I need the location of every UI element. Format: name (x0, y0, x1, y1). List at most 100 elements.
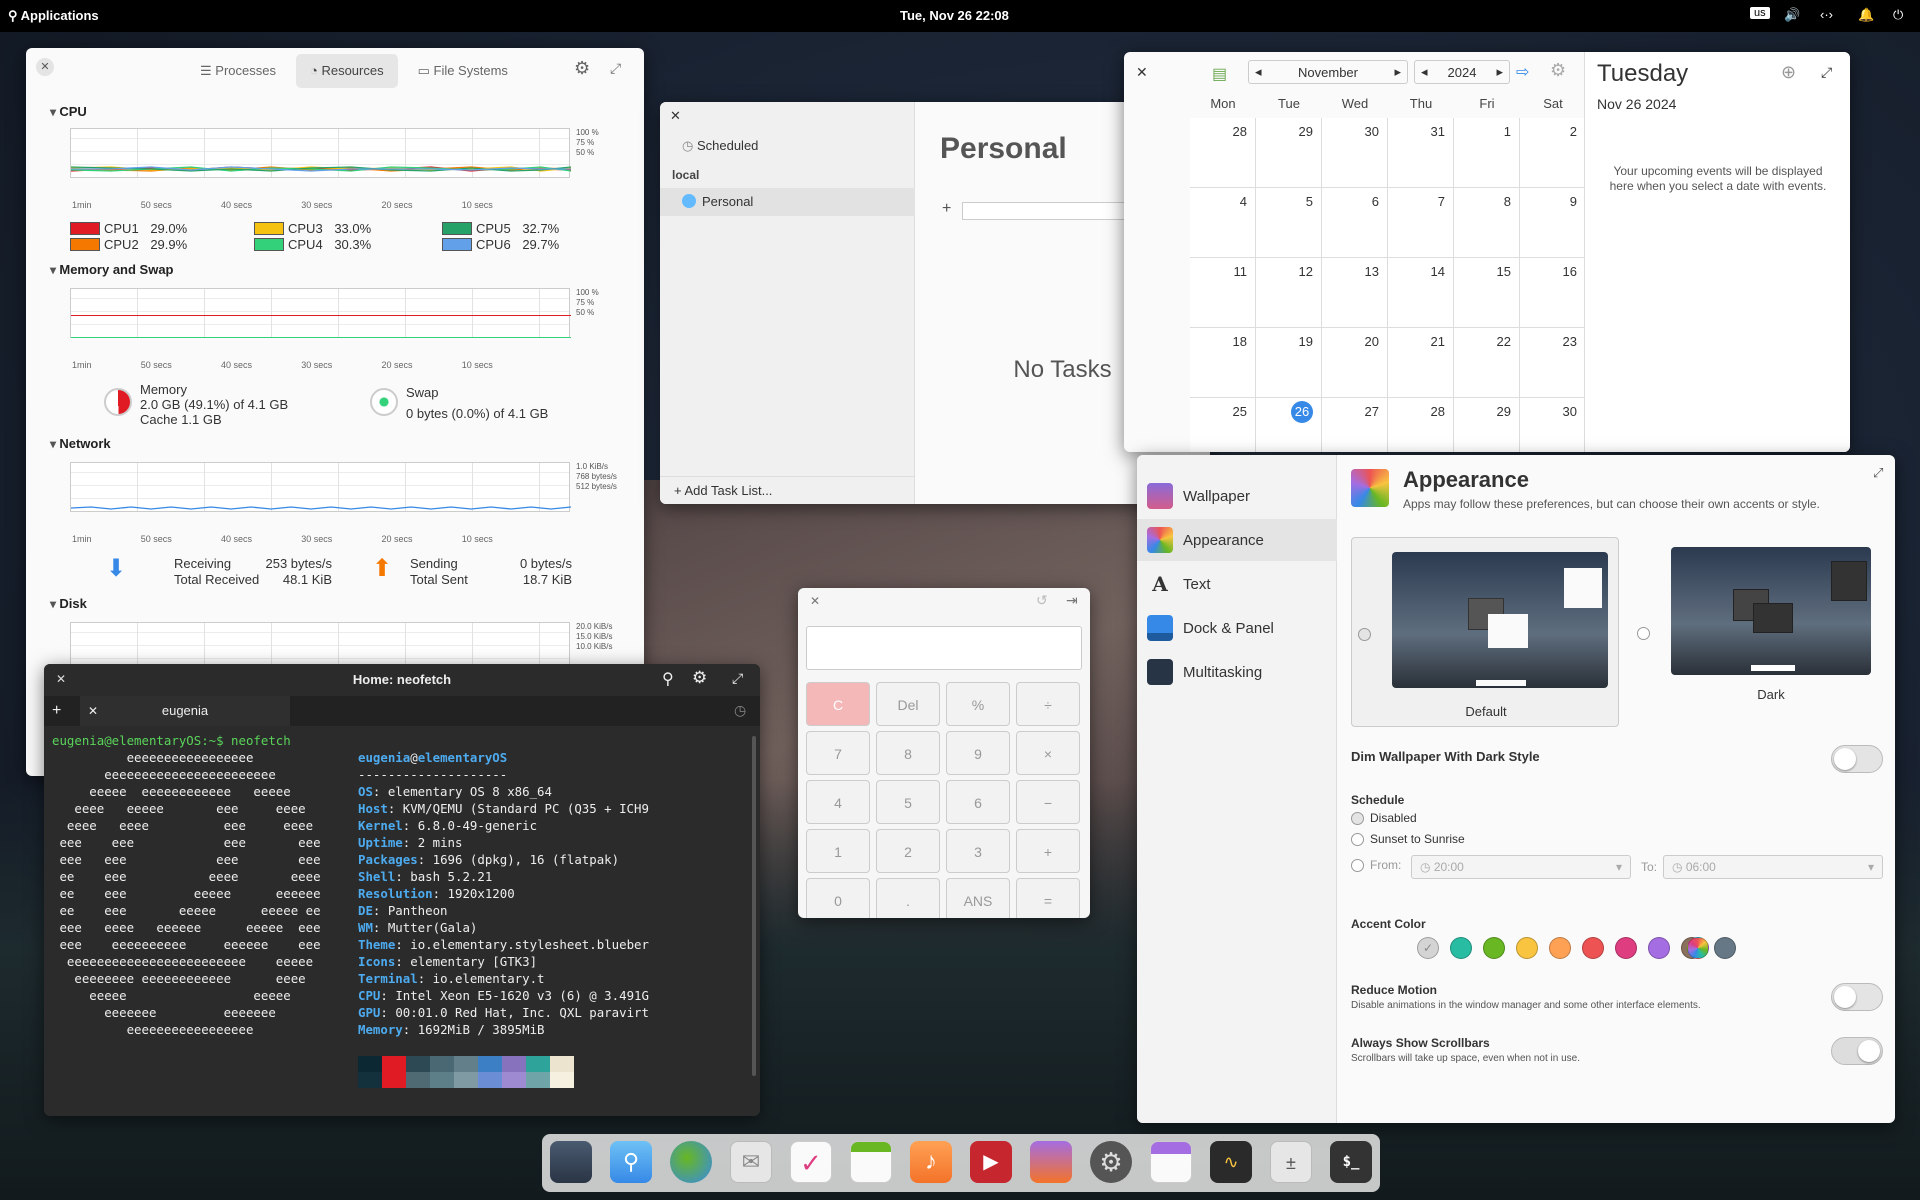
calendar-day[interactable]: 29 (1454, 398, 1520, 452)
calendar-day[interactable]: 13 (1322, 258, 1388, 328)
sidebar-item-multitasking[interactable]: Multitasking (1137, 651, 1337, 693)
appcenter-icon[interactable] (1150, 1141, 1192, 1183)
calendar-day[interactable]: 21 (1388, 328, 1454, 398)
calendar-day[interactable]: 23 (1520, 328, 1586, 398)
gear-icon[interactable]: ⚙ (574, 58, 590, 79)
calendar-day[interactable]: 8 (1454, 188, 1520, 258)
calc-button[interactable]: 6 (946, 780, 1010, 824)
mail-icon[interactable]: ✉ (730, 1141, 772, 1183)
music-icon[interactable]: ♪ (910, 1141, 952, 1183)
calc-button[interactable]: 1 (806, 829, 870, 873)
network-section-title[interactable]: Network (50, 436, 110, 451)
calendar-day[interactable]: 11 (1190, 258, 1256, 328)
calendar-day[interactable]: 20 (1322, 328, 1388, 398)
volume-icon[interactable]: 🔊 (1784, 7, 1800, 23)
schedule-sunset-option[interactable]: Sunset to Sunrise (1351, 832, 1465, 847)
calculator-display[interactable] (806, 626, 1082, 670)
disk-section-title[interactable]: Disk (50, 596, 86, 611)
power-icon[interactable]: ⏻ (1893, 7, 1903, 23)
calendar-day[interactable]: 12 (1256, 258, 1322, 328)
calc-button[interactable]: × (1016, 731, 1080, 775)
tab-resources[interactable]: ◔ Resources (295, 54, 398, 88)
calc-button[interactable]: 3 (946, 829, 1010, 873)
add-event-icon[interactable]: ▤ (1212, 64, 1227, 84)
calc-button[interactable]: C (806, 682, 870, 726)
style-option-default[interactable]: Default (1351, 537, 1619, 727)
calendar-day[interactable]: 16 (1520, 258, 1586, 328)
datetime-indicator[interactable]: Tue, Nov 26 22:08 (900, 8, 1009, 23)
calc-button[interactable]: . (876, 878, 940, 918)
tasks-icon[interactable]: ✓ (790, 1141, 832, 1183)
add-event-plus-icon[interactable]: ⊕ (1781, 62, 1796, 83)
sidebar-item-personal[interactable]: Personal (660, 188, 915, 216)
cpu-section-title[interactable]: CPU (50, 104, 86, 119)
memory-section-title[interactable]: Memory and Swap (50, 262, 173, 277)
calc-button[interactable]: − (1016, 780, 1080, 824)
accent-multicolor-swatch[interactable] (1687, 937, 1709, 959)
sidebar-item-scheduled[interactable]: ◷ Scheduled (682, 138, 758, 154)
from-time-select[interactable]: ◷ 20:00 ▾ (1411, 855, 1631, 879)
maximize-icon[interactable]: ⤢ (610, 60, 621, 77)
accent-color-swatch[interactable]: ✓ (1417, 937, 1439, 959)
sidebar-item-text[interactable]: A Text (1137, 563, 1337, 605)
next-year-button[interactable]: ▸ (1496, 64, 1503, 80)
close-icon[interactable]: ✕ (36, 58, 54, 76)
calendar-day[interactable]: 19 (1256, 328, 1322, 398)
maximize-icon[interactable]: ⤢ (732, 670, 743, 687)
sidebar-item-wallpaper[interactable]: Wallpaper (1137, 475, 1337, 517)
accent-color-swatch[interactable] (1450, 937, 1472, 959)
gear-icon[interactable]: ⚙ (1550, 60, 1566, 81)
calendar-day[interactable]: 4 (1190, 188, 1256, 258)
keyboard-indicator[interactable]: us (1750, 7, 1770, 19)
calendar-day[interactable]: 18 (1190, 328, 1256, 398)
next-month-button[interactable]: ▸ (1394, 64, 1401, 80)
new-tab-plus-icon[interactable]: + (52, 702, 61, 720)
calc-button[interactable]: 4 (806, 780, 870, 824)
history-icon[interactable]: ↺ (1036, 592, 1048, 609)
calendar-day[interactable]: 30 (1520, 398, 1586, 452)
calendar-day[interactable]: 1 (1454, 118, 1520, 188)
add-task-plus-icon[interactable]: + (942, 200, 951, 218)
calc-button[interactable]: = (1016, 878, 1080, 918)
close-icon[interactable]: ✕ (810, 594, 820, 608)
tab-file-systems[interactable]: ▭ File Systems (404, 54, 522, 88)
to-time-select[interactable]: ◷ 06:00 ▾ (1663, 855, 1883, 879)
calendar-day[interactable]: 28 (1190, 118, 1256, 188)
close-icon[interactable]: ✕ (1136, 64, 1148, 81)
multitasking-view-icon[interactable] (550, 1141, 592, 1183)
notifications-icon[interactable]: 🔔 (1858, 7, 1874, 23)
calendar-day[interactable]: 28 (1388, 398, 1454, 452)
maximize-icon[interactable]: ⤢ (1821, 64, 1832, 81)
system-settings-icon[interactable]: ⚙ (1090, 1141, 1132, 1183)
add-task-list-button[interactable]: + Add Task List... (660, 476, 915, 504)
scrollbars-toggle[interactable] (1831, 1037, 1883, 1065)
calc-button[interactable]: Del (876, 682, 940, 726)
schedule-disabled-option[interactable]: Disabled (1351, 811, 1417, 826)
accent-color-swatch[interactable] (1516, 937, 1538, 959)
calc-button[interactable]: 0 (806, 878, 870, 918)
close-tab-icon[interactable]: ✕ (88, 696, 98, 726)
calendar-day[interactable]: 31 (1388, 118, 1454, 188)
extended-mode-icon[interactable]: ⇥ (1066, 592, 1078, 609)
prev-month-button[interactable]: ◂ (1255, 64, 1262, 80)
dim-wallpaper-toggle[interactable] (1831, 745, 1883, 773)
calendar-day[interactable]: 7 (1388, 188, 1454, 258)
prev-year-button[interactable]: ◂ (1421, 64, 1428, 80)
calc-button[interactable]: 2 (876, 829, 940, 873)
accent-color-swatch[interactable] (1549, 937, 1571, 959)
photos-icon[interactable] (1030, 1141, 1072, 1183)
calendar-day[interactable]: 25 (1190, 398, 1256, 452)
sidebar-item-appearance[interactable]: Appearance (1137, 519, 1337, 561)
search-icon[interactable]: ⚲ (662, 669, 674, 689)
calc-button[interactable]: 8 (876, 731, 940, 775)
accent-color-swatch[interactable] (1714, 937, 1736, 959)
calendar-day[interactable]: 15 (1454, 258, 1520, 328)
close-icon[interactable]: ✕ (670, 108, 681, 124)
calendar-day[interactable]: 6 (1322, 188, 1388, 258)
calendar-day[interactable]: 26 (1256, 398, 1322, 452)
calendar-day[interactable]: 9 (1520, 188, 1586, 258)
calendar-day[interactable]: 30 (1322, 118, 1388, 188)
schedule-from-option[interactable]: From: (1351, 858, 1401, 873)
calendar-day[interactable]: 5 (1256, 188, 1322, 258)
terminal-tab[interactable]: ✕ eugenia (80, 696, 290, 726)
